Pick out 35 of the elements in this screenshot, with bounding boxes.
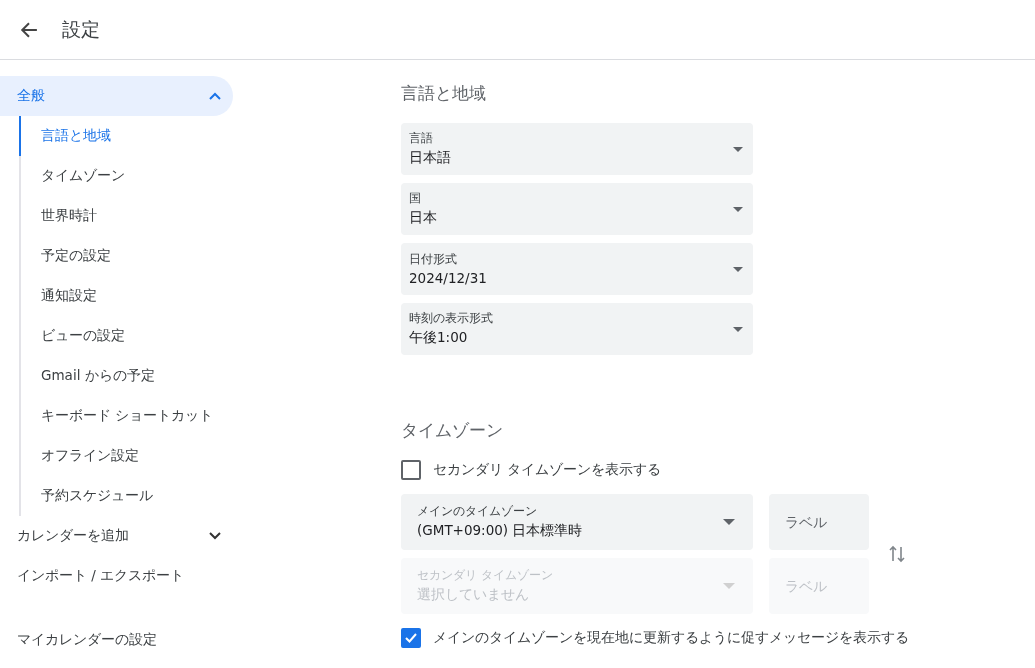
select-field[interactable]: 時刻の表示形式 午後1:00: [401, 303, 753, 355]
chevron-icon: [209, 532, 221, 540]
nav-section-heading[interactable]: マイカレンダーの設定: [0, 620, 233, 660]
nav-item[interactable]: インポート / エクスポート: [0, 556, 233, 596]
select-field[interactable]: 国 日本: [401, 183, 753, 235]
timezone-select[interactable]: メインのタイムゾーン (GMT+09:00) 日本標準時: [401, 494, 753, 550]
page-title: 設定: [62, 16, 100, 42]
nav-item[interactable]: ビューの設定: [19, 316, 233, 356]
back-arrow-icon: [20, 20, 38, 39]
dropdown-arrow-icon: [733, 326, 743, 332]
nav-group[interactable]: 全般: [0, 76, 233, 116]
section-title: タイムゾーン: [401, 419, 504, 442]
nav-item[interactable]: キーボード ショートカット: [19, 396, 233, 436]
dropdown-arrow-icon: [733, 266, 743, 272]
nav-item[interactable]: タイムゾーン: [19, 156, 233, 196]
nav-item[interactable]: Gmail からの予定: [19, 356, 233, 396]
section-title: 言語と地域: [401, 82, 487, 105]
dropdown-arrow-icon: [723, 583, 735, 589]
dropdown-arrow-icon: [733, 146, 743, 152]
nav-item[interactable]: 世界時計: [19, 196, 233, 236]
select-field[interactable]: 言語 日本語: [401, 123, 753, 175]
nav-item[interactable]: 通知設定: [19, 276, 233, 316]
dropdown-arrow-icon: [723, 519, 735, 525]
nav-item[interactable]: オフライン設定: [19, 436, 233, 476]
select-field[interactable]: 日付形式 2024/12/31: [401, 243, 753, 295]
checkbox[interactable]: セカンダリ タイムゾーンを表示する: [401, 458, 921, 482]
nav-item[interactable]: 予約スケジュール: [19, 476, 233, 516]
checkbox[interactable]: メインのタイムゾーンを現在地に更新するように促すメッセージを表示する: [401, 626, 921, 650]
nav-item[interactable]: 言語と地域: [19, 116, 233, 156]
chevron-icon: [209, 92, 221, 100]
dropdown-arrow-icon: [733, 206, 743, 212]
nav-item[interactable]: 予定の設定: [19, 236, 233, 276]
nav-group[interactable]: カレンダーを追加: [0, 516, 233, 556]
label-input[interactable]: ラベル: [769, 494, 869, 550]
swap-icon[interactable]: [889, 544, 905, 564]
